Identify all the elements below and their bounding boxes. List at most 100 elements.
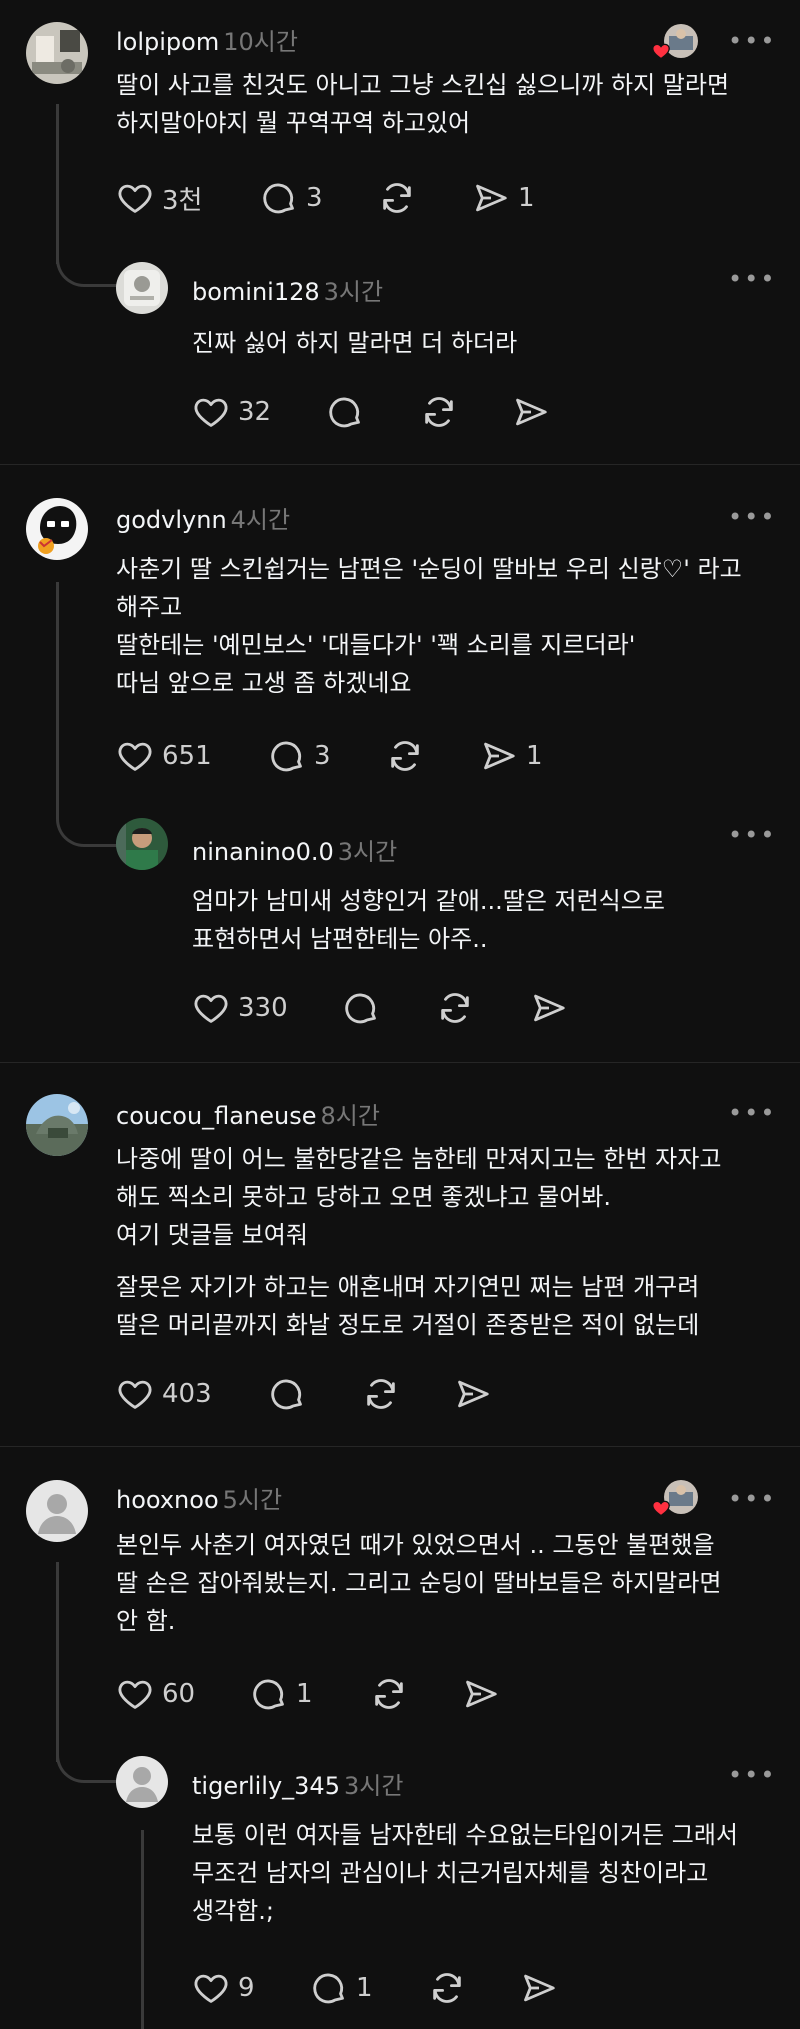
comment-icon [260, 179, 298, 217]
repost-button[interactable] [428, 1968, 466, 2008]
heart-icon [192, 989, 230, 1027]
share-button[interactable]: 1 [472, 178, 535, 218]
heart-icon [116, 737, 154, 775]
repost-button[interactable] [378, 178, 416, 218]
share-count: 1 [526, 741, 543, 771]
like-button[interactable]: 403 [116, 1374, 212, 1414]
comment-icon [326, 393, 364, 431]
like-button[interactable]: 3천 [116, 178, 202, 218]
send-icon [454, 1375, 492, 1413]
thread-line [141, 1830, 144, 2029]
avatar[interactable] [116, 818, 168, 870]
repost-icon [386, 737, 424, 775]
more-options-icon[interactable]: ••• [728, 1763, 776, 1787]
comment-count: 3 [314, 741, 331, 771]
repost-button[interactable] [370, 1674, 408, 1714]
like-button[interactable]: 32 [192, 392, 271, 432]
share-button[interactable] [530, 988, 568, 1028]
timestamp: 3시간 [337, 838, 398, 866]
repost-button[interactable] [420, 392, 458, 432]
more-options-icon[interactable]: ••• [728, 505, 776, 529]
like-button[interactable]: 651 [116, 736, 212, 776]
repost-icon [420, 393, 458, 431]
heart-icon [192, 1969, 230, 2007]
more-options-icon[interactable]: ••• [728, 29, 776, 53]
share-button[interactable] [454, 1374, 492, 1414]
timestamp: 4시간 [230, 506, 291, 534]
repost-icon [436, 989, 474, 1027]
reply-text: 진짜 싫어 하지 말라면 더 하더라 [192, 329, 518, 357]
comment-count: 3 [306, 183, 323, 213]
comment-icon [310, 1969, 348, 2007]
timestamp: 3시간 [323, 278, 384, 306]
comment-button[interactable] [342, 988, 380, 1028]
comment-button[interactable] [326, 392, 364, 432]
heart-icon [192, 393, 230, 431]
comment-count: 1 [296, 1679, 313, 1709]
comment-icon [250, 1675, 288, 1713]
avatar[interactable] [26, 1480, 88, 1542]
avatar[interactable] [116, 262, 168, 314]
comment-button[interactable]: 1 [310, 1968, 373, 2008]
username[interactable]: tigerlily_345 3시간 [192, 1766, 403, 1801]
like-button[interactable]: 9 [192, 1968, 255, 2008]
heart-icon [652, 43, 670, 60]
avatar[interactable] [26, 22, 88, 84]
username[interactable]: coucou_flaneuse 8시간 [116, 1096, 380, 1131]
comment-button[interactable]: 1 [250, 1674, 313, 1714]
repost-button[interactable] [386, 736, 424, 776]
send-icon [512, 393, 550, 431]
like-count: 3천 [162, 185, 203, 216]
comment-icon [268, 1375, 306, 1413]
repost-icon [428, 1969, 466, 2007]
comment-button[interactable]: 3 [260, 178, 323, 218]
like-count: 651 [162, 741, 212, 771]
repost-button[interactable] [362, 1374, 400, 1414]
comment-button[interactable] [268, 1374, 306, 1414]
avatar[interactable] [26, 498, 88, 560]
avatar[interactable] [26, 1094, 88, 1156]
heart-icon [116, 1675, 154, 1713]
post-text-continued: 잘못은 자기가 하고는 애혼내며 자기연민 쩌는 남편 개구려 딸은 머리끝까지… [116, 1273, 700, 1339]
comment-button[interactable]: 3 [268, 736, 331, 776]
like-count: 9 [238, 1973, 255, 2003]
like-count: 32 [238, 397, 272, 427]
username[interactable]: ninanino0.0 3시간 [192, 832, 397, 867]
post-text: 딸이 사고를 친것도 아니고 그냥 스킨십 싫으니까 하지 말라면 하지말아야지… [116, 71, 730, 137]
like-button[interactable]: 330 [192, 988, 288, 1028]
username[interactable]: hooxnoo 5시간 [116, 1480, 282, 1515]
repost-icon [378, 179, 416, 217]
send-icon [530, 989, 568, 1027]
share-button[interactable] [462, 1674, 500, 1714]
share-button[interactable]: 1 [480, 736, 543, 776]
comment-count: 1 [356, 1973, 373, 2003]
more-options-icon[interactable]: ••• [728, 267, 776, 291]
post-text: 본인두 사춘기 여자였던 때가 있었으면서 .. 그동안 불편했을 딸 손은 잡… [116, 1531, 722, 1635]
share-button[interactable] [512, 392, 550, 432]
username[interactable]: lolpipom 10시간 [116, 22, 298, 57]
timestamp: 3시간 [343, 1772, 404, 1800]
username[interactable]: godvlynn 4시간 [116, 500, 290, 535]
send-icon [462, 1675, 500, 1713]
divider [0, 464, 800, 465]
send-icon [520, 1969, 558, 2007]
send-icon [472, 179, 510, 217]
timestamp: 10시간 [223, 28, 298, 56]
more-options-icon[interactable]: ••• [728, 823, 776, 847]
reply-text: 보통 이런 여자들 남자한테 수요없는타입이거든 그래서 무조건 남자의 관심이… [192, 1821, 738, 1925]
repost-icon [370, 1675, 408, 1713]
repost-button[interactable] [436, 988, 474, 1028]
like-button[interactable]: 60 [116, 1674, 195, 1714]
like-count: 403 [162, 1379, 212, 1409]
thread-line [56, 582, 59, 802]
send-icon [480, 737, 518, 775]
share-button[interactable] [520, 1968, 558, 2008]
more-options-icon[interactable]: ••• [728, 1487, 776, 1511]
username[interactable]: bomini128 3시간 [192, 272, 383, 307]
avatar[interactable] [116, 1756, 168, 1808]
more-options-icon[interactable]: ••• [728, 1101, 776, 1125]
divider [0, 1446, 800, 1447]
heart-icon [652, 1500, 670, 1517]
post-text: 사춘기 딸 스킨쉽거는 남편은 '순딩이 딸바보 우리 신랑♡' 라고 해주고 … [116, 555, 742, 697]
heart-icon [116, 179, 154, 217]
